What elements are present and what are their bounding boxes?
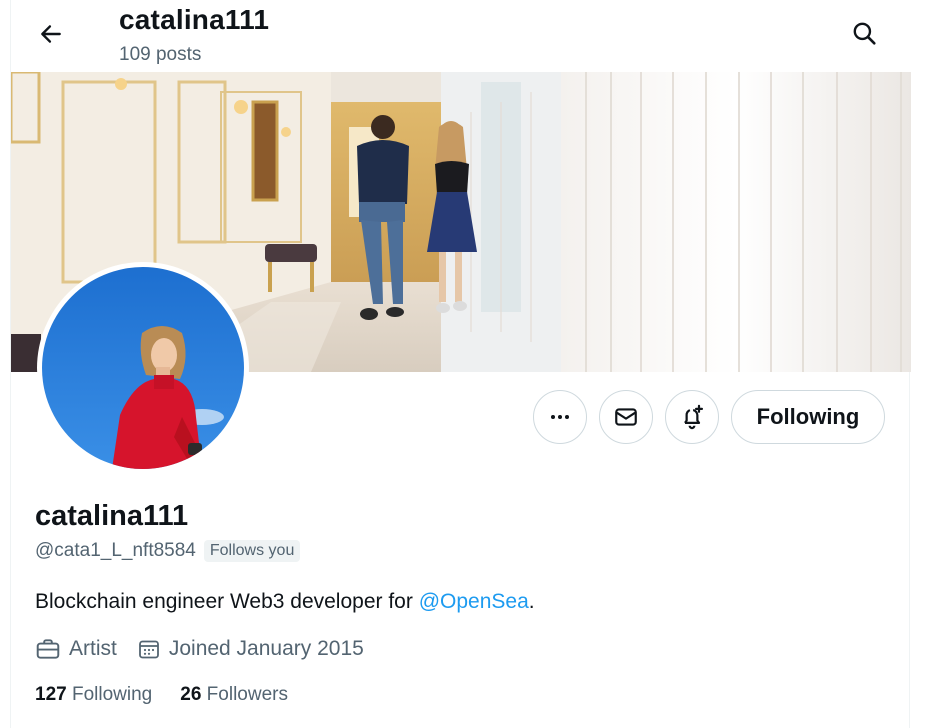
profile-meta: Artist Joined January 2015 [35,636,384,662]
followers-label: Followers [206,684,288,705]
avatar[interactable] [37,262,249,474]
joined-item: Joined January 2015 [137,637,364,661]
bio-mention-link[interactable]: @OpenSea [419,590,529,613]
profile-column: catalina111 109 posts Following catalina… [10,0,911,728]
mail-icon [615,408,637,426]
search-button[interactable] [843,12,885,54]
profession-item: Artist [35,636,117,662]
handle-row: @cata1_L_nft8584 Follows you [35,540,301,562]
bio-text: Blockchain engineer Web3 developer for [35,590,419,613]
page-title: catalina111 [119,4,270,35]
following-count-link[interactable]: 127 Following [35,684,152,706]
following-button[interactable]: Following [731,390,885,444]
bell-plus-icon [684,404,704,430]
post-count: 109 posts [119,44,202,65]
arrow-left-icon [41,25,61,43]
back-button[interactable] [31,14,71,54]
display-name: catalina111 [35,500,189,532]
more-button[interactable] [533,390,587,444]
followers-count-link[interactable]: 26 Followers [180,684,288,706]
search-icon [853,22,876,45]
profile-header: catalina111 109 posts [11,0,911,72]
follow-stats: 127 Following 26 Followers [35,684,316,706]
followers-count: 26 [180,684,202,705]
following-label: Following [71,684,153,705]
bio: Blockchain engineer Web3 developer for @… [35,590,535,614]
notify-button[interactable] [665,390,719,444]
calendar-icon [138,640,159,659]
joined-date: Joined January 2015 [168,637,364,660]
user-handle: @cata1_L_nft8584 [35,540,196,561]
profession-label: Artist [69,637,117,660]
following-count: 127 [35,684,67,705]
avatar-image [42,267,244,469]
bio-end: . [528,590,535,613]
briefcase-icon [36,639,60,659]
follows-you-badge: Follows you [203,540,301,562]
more-dots-icon [551,415,569,419]
message-button[interactable] [599,390,653,444]
